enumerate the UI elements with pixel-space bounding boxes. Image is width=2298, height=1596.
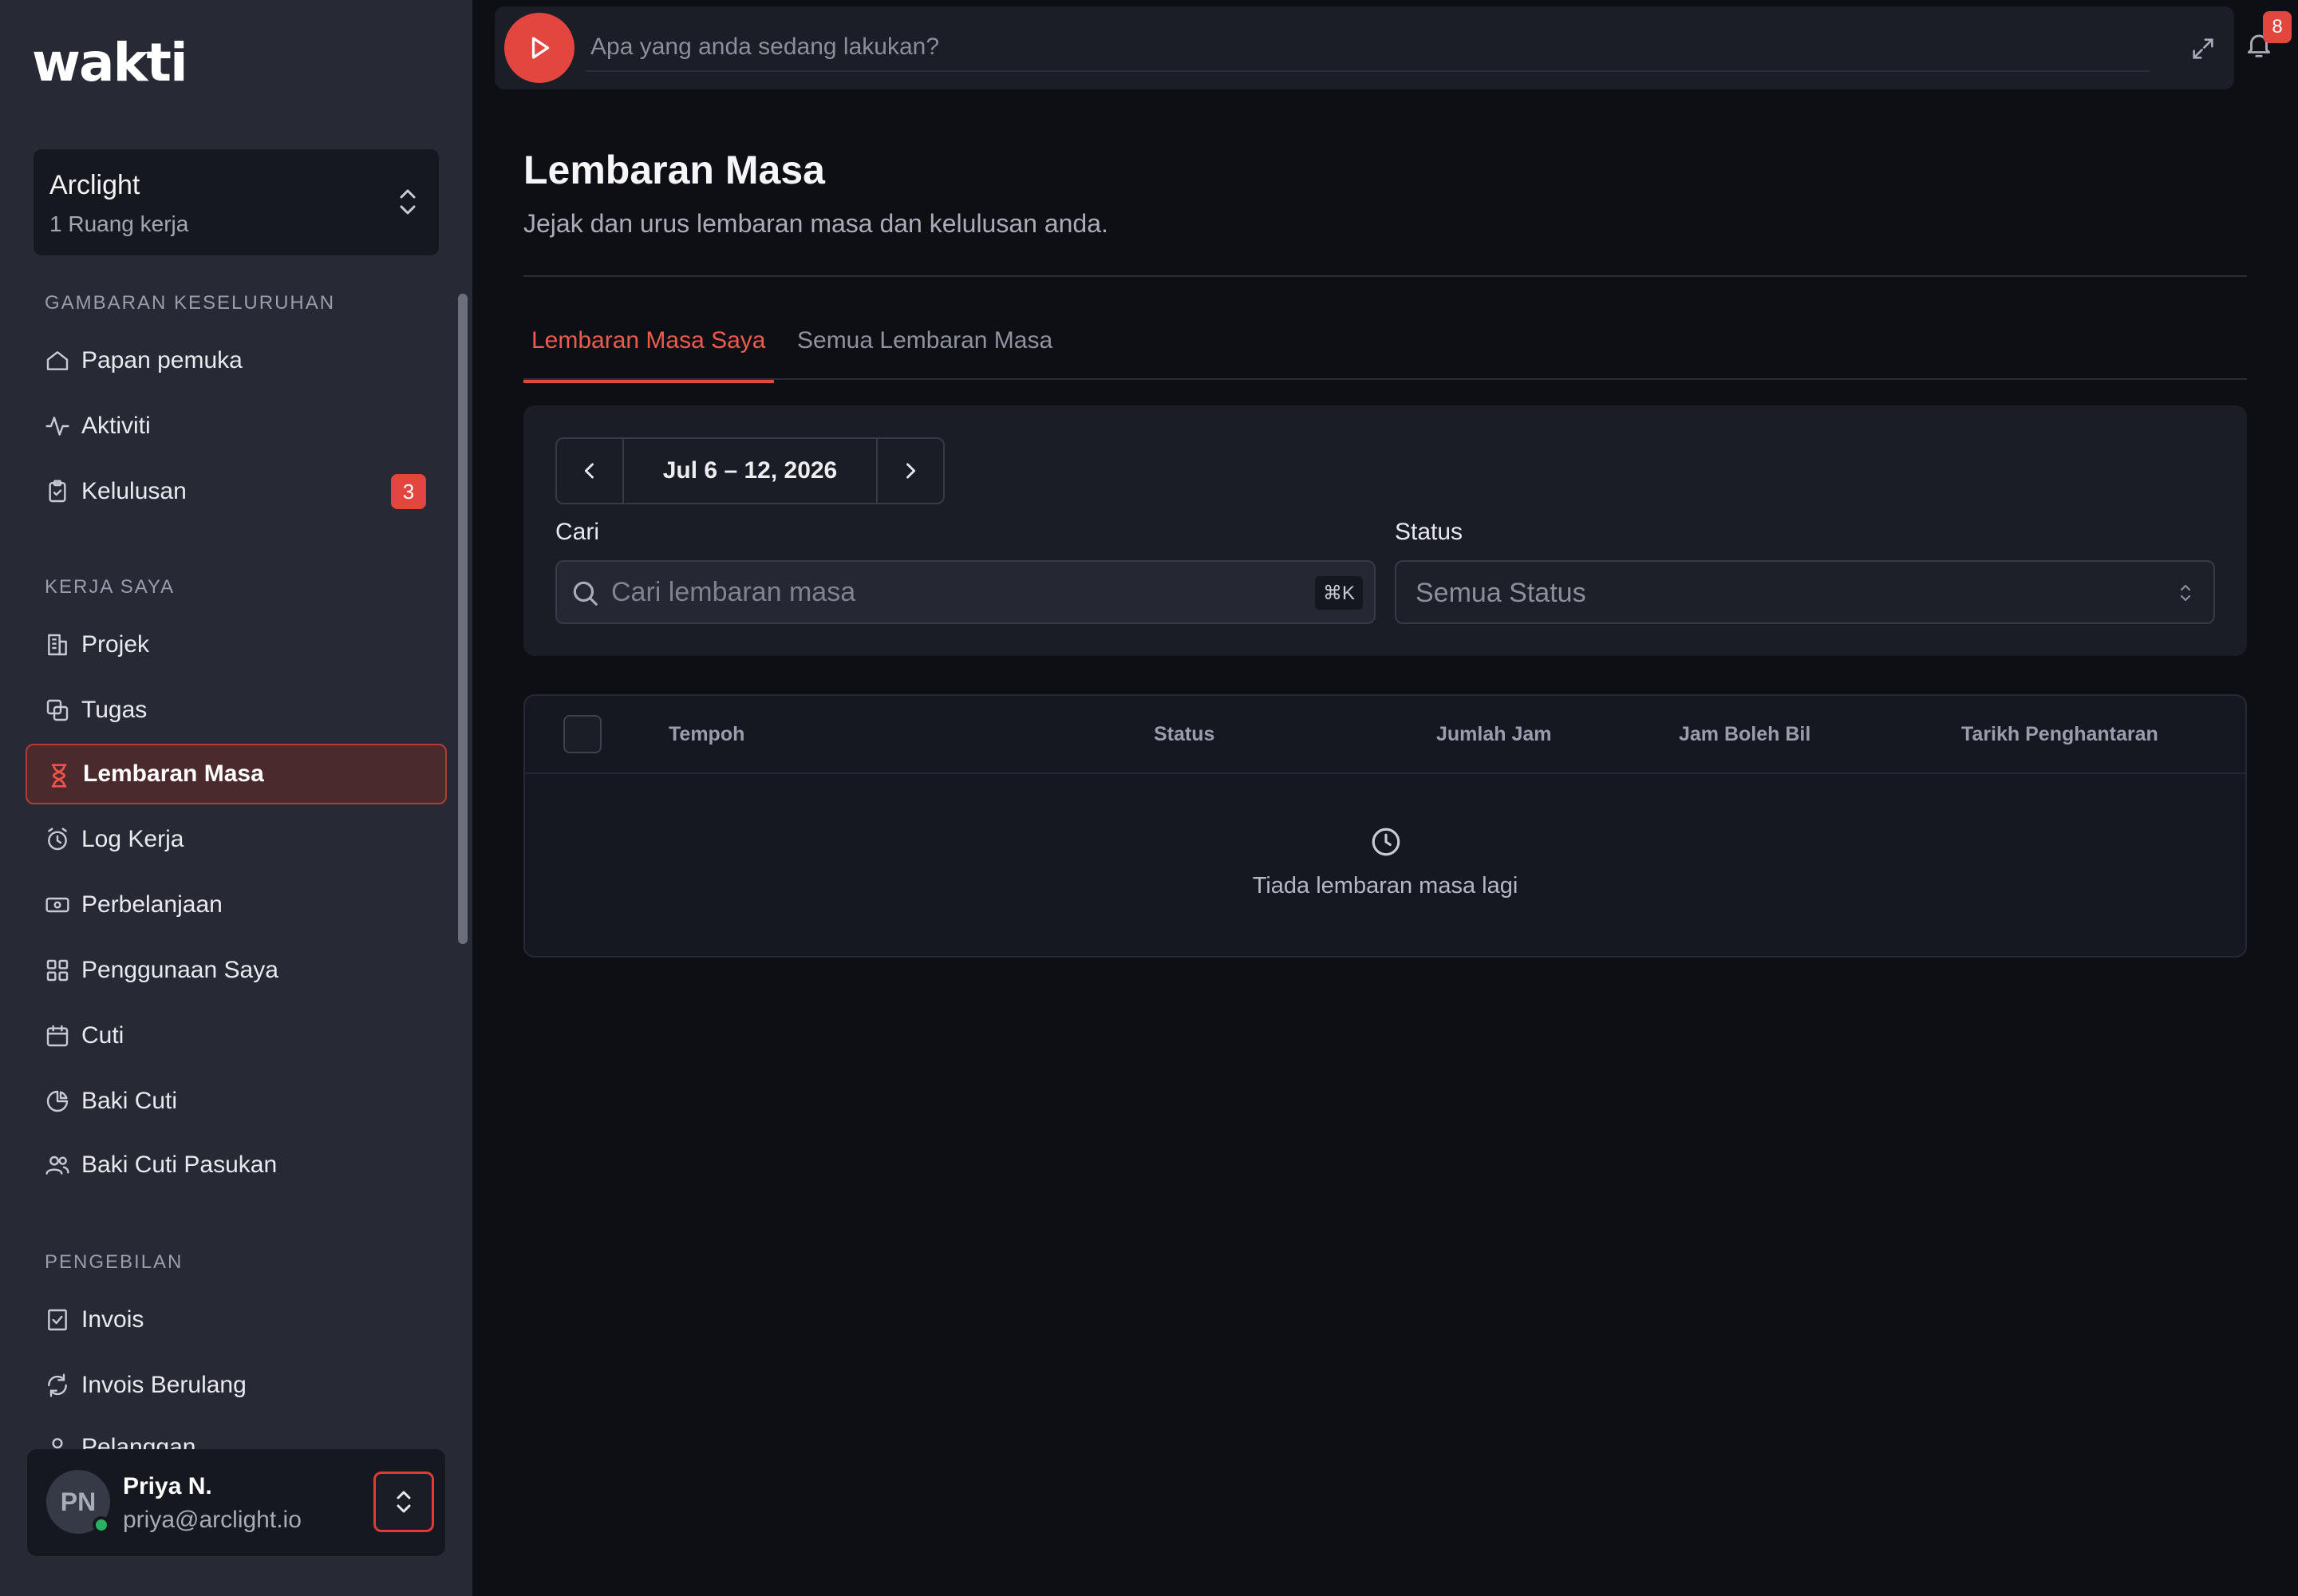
notifications-count-badge: 8 <box>2263 11 2292 43</box>
calendar-icon <box>45 1023 70 1049</box>
play-icon <box>525 34 554 62</box>
building-icon <box>45 632 70 658</box>
nav-item-my-usage[interactable]: Penggunaan Saya <box>26 940 447 1001</box>
timer-description-input[interactable] <box>586 24 2150 72</box>
alarm-clock-icon <box>45 827 70 852</box>
nav-item-label: Perbelanjaan <box>81 891 223 918</box>
previous-week-button[interactable] <box>557 439 622 503</box>
nav-item-timesheets[interactable]: Lembaran Masa <box>26 744 447 804</box>
pie-chart-icon <box>45 1088 70 1114</box>
workspace-name: Arclight <box>49 170 140 200</box>
start-timer-button[interactable] <box>504 13 574 83</box>
select-all-checkbox[interactable] <box>563 715 602 753</box>
search-field: ⌘K <box>555 560 1376 624</box>
home-icon <box>45 348 70 373</box>
status-select[interactable]: Semua Status <box>1395 560 2215 624</box>
chevrons-up-down-icon <box>2178 581 2193 605</box>
sidebar-scrollbar[interactable] <box>458 294 468 944</box>
tab-all-timesheets[interactable]: Semua Lembaran Masa <box>797 327 1052 380</box>
section-label-my-work: KERJA SAYA <box>45 576 176 598</box>
refresh-icon <box>45 1373 70 1398</box>
header-divider <box>523 275 2247 277</box>
status-label: Status <box>1395 519 1463 545</box>
sidebar: wakti Arclight 1 Ruang kerja GAMBARAN KE… <box>0 0 472 1596</box>
nav-item-label: Invois <box>81 1306 144 1333</box>
nav-item-recurring-invoices[interactable]: Invois Berulang <box>26 1355 447 1416</box>
online-status-indicator <box>93 1516 110 1534</box>
date-range-label[interactable]: Jul 6 – 12, 2026 <box>622 439 878 503</box>
column-header-status[interactable]: Status <box>1154 723 1214 746</box>
section-label-billing: PENGEBILAN <box>45 1251 184 1273</box>
user-menu-button[interactable] <box>373 1472 434 1532</box>
date-range-navigator: Jul 6 – 12, 2026 <box>555 437 945 504</box>
nav-item-work-log[interactable]: Log Kerja <box>26 809 447 870</box>
nav-item-dashboard[interactable]: Papan pemuka <box>26 330 447 391</box>
column-header-total-hours[interactable]: Jumlah Jam <box>1436 723 1552 746</box>
activity-icon <box>45 413 70 439</box>
column-header-period[interactable]: Tempoh <box>669 723 744 746</box>
banknote-icon <box>45 892 70 918</box>
user-name: Priya N. <box>123 1473 212 1499</box>
hourglass-icon <box>46 763 72 788</box>
nav-item-projects[interactable]: Projek <box>26 614 447 675</box>
search-icon <box>570 578 600 608</box>
page-title: Lembaran Masa <box>523 148 825 192</box>
nav-item-label: Kelulusan <box>81 478 187 504</box>
status-select-value: Semua Status <box>1416 578 1586 608</box>
chevron-right-icon <box>899 460 922 482</box>
nav-item-label: Projek <box>81 631 150 658</box>
workspace-subtitle: 1 Ruang kerja <box>49 211 189 236</box>
users-icon <box>45 1152 70 1178</box>
column-header-billable-hours[interactable]: Jam Boleh Bil <box>1679 723 1810 746</box>
chevrons-up-down-icon <box>394 1488 413 1515</box>
empty-state-message: Tiada lembaran masa lagi <box>1252 873 1518 899</box>
nav-item-label: Aktiviti <box>81 413 151 439</box>
table-header: Tempoh Status Jumlah Jam Jam Boleh Bil T… <box>525 696 2245 774</box>
nav-item-label: Tugas <box>81 697 148 723</box>
search-input[interactable] <box>611 568 1297 616</box>
nav-item-label: Baki Cuti Pasukan <box>81 1152 278 1178</box>
tasks-icon <box>45 697 70 723</box>
timer-bar <box>495 6 2234 89</box>
nav-item-tasks[interactable]: Tugas <box>26 680 447 741</box>
chevron-left-icon <box>578 460 601 482</box>
approvals-count-badge: 3 <box>391 474 426 509</box>
tabs-divider <box>523 378 2247 380</box>
keyboard-shortcut-hint: ⌘K <box>1314 576 1363 610</box>
nav-item-invoices[interactable]: Invois <box>26 1290 447 1350</box>
section-label-overview: GAMBARAN KESELURUHAN <box>45 292 336 314</box>
nav-item-label: Baki Cuti <box>81 1088 178 1114</box>
tab-my-timesheets[interactable]: Lembaran Masa Saya <box>523 327 774 383</box>
nav-item-team-leave-balance[interactable]: Baki Cuti Pasukan <box>26 1135 447 1195</box>
search-label: Cari <box>555 519 600 545</box>
nav-item-leave-balance[interactable]: Baki Cuti <box>26 1071 447 1132</box>
grid-icon <box>45 958 70 983</box>
nav-item-label: Lembaran Masa <box>83 760 264 787</box>
next-week-button[interactable] <box>878 439 943 503</box>
nav-item-approvals[interactable]: Kelulusan 3 <box>26 461 447 522</box>
nav-item-label: Invois Berulang <box>81 1372 247 1398</box>
timesheets-table: Tempoh Status Jumlah Jam Jam Boleh Bil T… <box>523 694 2247 958</box>
chevrons-up-down-icon <box>396 186 420 218</box>
clipboard-check-icon <box>45 479 70 504</box>
user-email: priya@arclight.io <box>123 1507 302 1533</box>
nav-item-label: Log Kerja <box>81 826 184 852</box>
nav-item-leave[interactable]: Cuti <box>26 1005 447 1066</box>
expand-icon[interactable] <box>2189 35 2217 62</box>
nav-item-label: Cuti <box>81 1022 124 1049</box>
page-subtitle: Jejak dan urus lembaran masa dan kelulus… <box>523 209 1108 238</box>
clock-icon <box>1369 825 1403 859</box>
workspace-switcher[interactable]: Arclight 1 Ruang kerja <box>34 149 439 255</box>
nav-item-label: Penggunaan Saya <box>81 957 278 983</box>
nav-item-label: Papan pemuka <box>81 347 243 373</box>
user-card: PN Priya N. priya@arclight.io <box>27 1449 445 1556</box>
column-header-submission-date[interactable]: Tarikh Penghantaran <box>1961 723 2158 746</box>
nav-item-expenses[interactable]: Perbelanjaan <box>26 875 447 935</box>
invoice-icon <box>45 1307 70 1333</box>
filter-panel: Jul 6 – 12, 2026 Cari ⌘K Status Semua St… <box>523 405 2247 656</box>
nav-item-activity[interactable]: Aktiviti <box>26 396 447 456</box>
app-logo: wakti <box>32 32 188 93</box>
